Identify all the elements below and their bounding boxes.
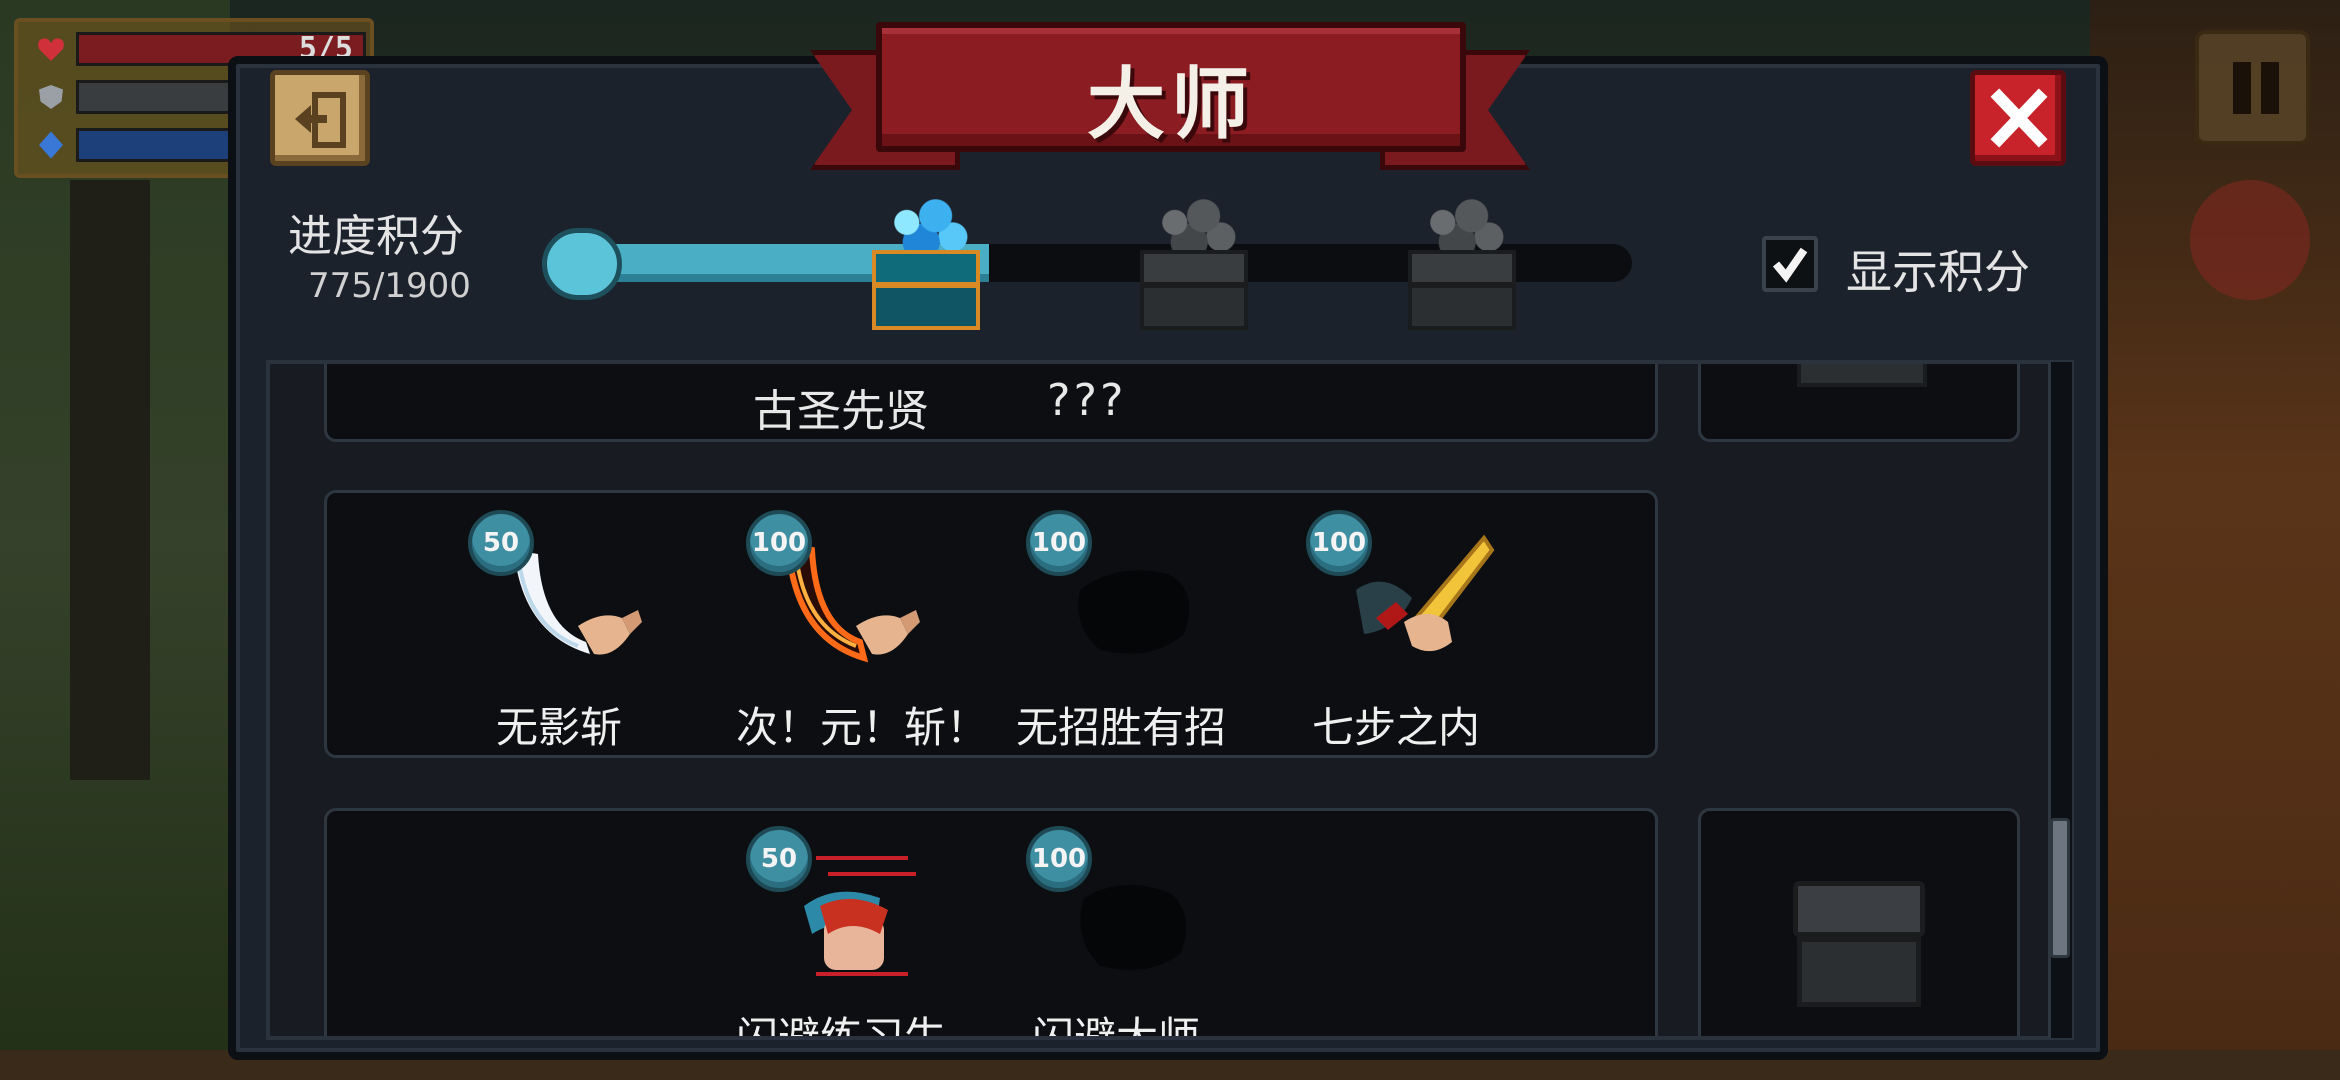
points-badge: 100 <box>1306 510 1372 576</box>
skill-name: 次！元！斩！ <box>736 703 989 752</box>
exit-door-icon <box>295 92 346 148</box>
shield-icon <box>39 85 63 109</box>
row-title-unknown: ??? <box>1045 375 1125 426</box>
row-panel-1: 古圣先贤 ??? <box>324 364 1658 442</box>
skill-wuyingzhan[interactable]: 50 <box>468 510 668 710</box>
pause-button[interactable] <box>2195 30 2310 145</box>
close-button[interactable] <box>1970 70 2066 166</box>
row-title-1: 古圣先贤 <box>753 386 929 437</box>
background-wall-right <box>2090 0 2340 1080</box>
reward-chest-2[interactable] <box>1134 196 1254 332</box>
progress-value: 775/1900 <box>308 266 471 306</box>
title-ribbon: 大师 <box>876 22 1466 152</box>
skill-name: 无影斩 <box>496 703 623 752</box>
skill-name: 七步之内 <box>1312 703 1481 752</box>
skill-shanbi-lianxisheng[interactable]: 50 <box>746 826 946 1026</box>
skill-shanbi-dashi[interactable]: 100 <box>1026 826 1226 1026</box>
row-panel-3 <box>324 808 1658 1036</box>
show-points-checkbox[interactable] <box>1762 236 1818 292</box>
heart-icon <box>38 38 64 61</box>
close-x-icon <box>1990 88 2048 148</box>
points-badge: 100 <box>746 510 812 576</box>
skill-name: 闪避练习生 <box>736 1013 947 1040</box>
energy-diamond-icon <box>39 131 63 159</box>
points-badge: 100 <box>1026 510 1092 576</box>
progress-label: 进度积分 <box>288 211 464 262</box>
back-button[interactable] <box>270 70 370 166</box>
reward-chest-3[interactable] <box>1402 196 1522 332</box>
skill-name: 闪避大师 <box>1032 1013 1201 1040</box>
progress-start-knob <box>542 228 622 300</box>
locked-chest-icon <box>1797 364 1927 387</box>
scrollbar-thumb[interactable] <box>2050 818 2070 958</box>
skill-tree-viewport[interactable]: 古圣先贤 ??? 50 无影斩 100 次！元！斩！ 100 无招胜有招 100… <box>266 360 2074 1040</box>
locked-chest-icon <box>1793 863 1925 1013</box>
row-side-panel-1 <box>1698 364 2020 442</box>
weapon-swap-button[interactable] <box>2190 180 2310 300</box>
row-side-panel-3 <box>1698 808 2020 1036</box>
checkmark-icon <box>1772 247 1808 283</box>
points-badge: 50 <box>746 826 812 892</box>
points-badge: 50 <box>468 510 534 576</box>
dialog-title: 大师 <box>1086 60 1255 150</box>
skill-qibu-zhinei[interactable]: 100 <box>1306 510 1506 710</box>
skill-ciyuanzhan[interactable]: 100 <box>746 510 946 710</box>
points-badge: 100 <box>1026 826 1092 892</box>
skill-name: 无招胜有招 <box>1016 703 1227 752</box>
skill-wuzhao-shengyouzhao[interactable]: 100 <box>1026 510 1226 710</box>
show-points-label[interactable]: 显示积分 <box>1846 236 2030 302</box>
reward-chest-1[interactable] <box>866 196 986 332</box>
